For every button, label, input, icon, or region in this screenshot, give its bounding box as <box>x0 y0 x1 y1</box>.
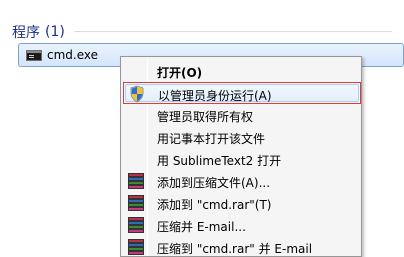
section-header: 程序 (1) <box>12 22 65 42</box>
section-count: (1) <box>45 24 65 40</box>
menu-item-label: 管理员取得所有权 <box>157 110 254 124</box>
menu-item-open[interactable]: 打开(O) <box>123 60 361 82</box>
menu-item-label: 以管理员身份运行(A) <box>158 89 272 103</box>
menu-item-label: 添加到压缩文件(A)... <box>157 176 271 190</box>
context-menu: 打开(O) 以管理员身份运行(A) 管理员取得所有权 用记事本打开该文件 用 S… <box>120 56 362 257</box>
menu-item-add-to-cmd-rar[interactable]: 添加到 "cmd.rar"(T) <box>123 192 361 214</box>
winrar-icon <box>128 195 144 211</box>
winrar-icon <box>128 239 144 255</box>
menu-item-add-to-archive[interactable]: 添加到压缩文件(A)... <box>123 170 361 192</box>
menu-item-label: 用 SublimeText2 打开 <box>157 154 282 168</box>
menu-item-open-notepad[interactable]: 用记事本打开该文件 <box>123 126 361 148</box>
result-label: cmd.exe <box>47 48 99 62</box>
menu-item-run-as-admin[interactable]: 以管理员身份运行(A) <box>123 82 361 104</box>
menu-item-open-sublime[interactable]: 用 SublimeText2 打开 <box>123 148 361 170</box>
menu-item-compress-email[interactable]: 压缩并 E-mail... <box>123 214 361 236</box>
menu-item-label: 添加到 "cmd.rar"(T) <box>157 198 272 212</box>
cmd-icon <box>26 50 42 61</box>
menu-item-take-ownership[interactable]: 管理员取得所有权 <box>123 104 361 126</box>
winrar-icon <box>128 173 144 189</box>
menu-item-label: 打开(O) <box>157 66 203 80</box>
menu-item-label: 用记事本打开该文件 <box>157 132 266 146</box>
section-title: 程序 <box>12 25 40 41</box>
menu-item-label: 压缩并 E-mail... <box>157 220 246 234</box>
menu-item-label: 压缩到 "cmd.rar" 并 E-mail <box>157 242 313 256</box>
winrar-icon <box>128 217 144 233</box>
uac-shield-icon <box>130 85 144 103</box>
section-divider <box>74 31 392 32</box>
menu-item-compress-to-cmd-rar-email[interactable]: 压缩到 "cmd.rar" 并 E-mail <box>123 236 361 257</box>
